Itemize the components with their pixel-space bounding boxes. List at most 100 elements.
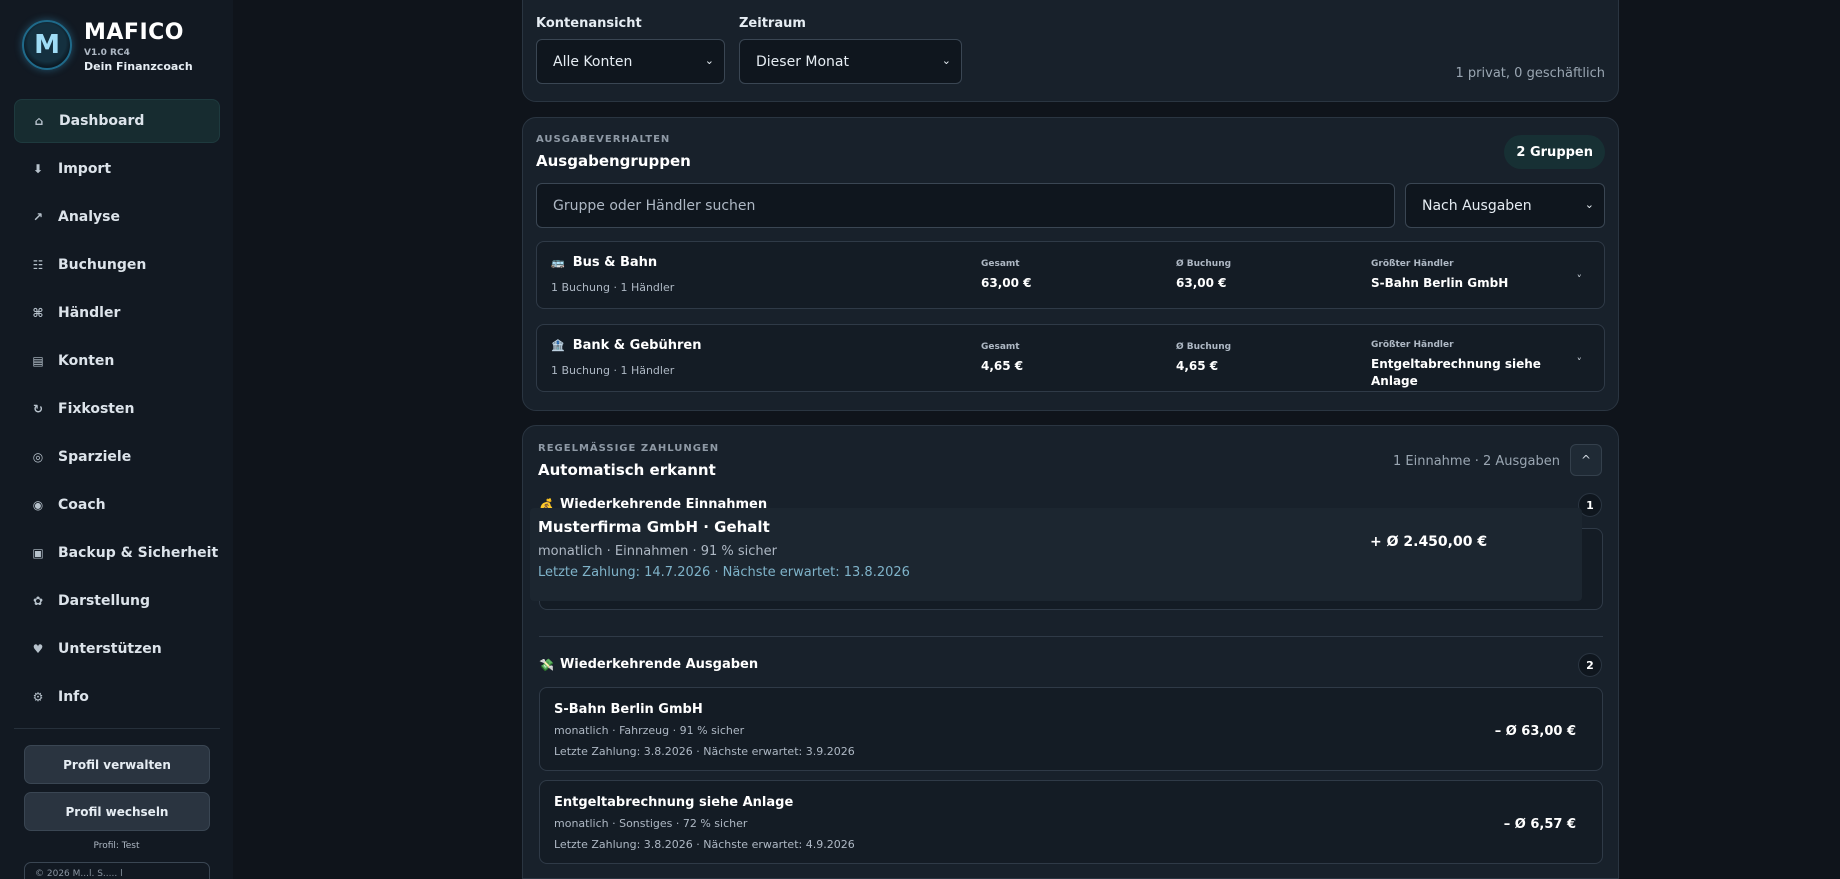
recurring-panel: REGELMÄSSIGE ZAHLUNGEN Automatisch erkan… [522, 425, 1619, 879]
top-merchant-label: Größter Händler [1371, 259, 1454, 269]
recurring-expense-row[interactable]: Entgeltabrechnung siehe Anlage monatlich… [539, 780, 1603, 864]
sidebar-item-haendler[interactable]: ⌘ Händler [14, 291, 220, 335]
mafico-logo-icon: M [22, 20, 72, 70]
expand-chevron-icon[interactable]: ˅ [1577, 356, 1583, 369]
sort-select[interactable]: Nach Ausgaben ⌄ [1405, 183, 1605, 228]
recurring-eyebrow: REGELMÄSSIGE ZAHLUNGEN [538, 443, 720, 454]
sidebar-item-label: Buchungen [58, 257, 147, 273]
group-top-merchant: Entgeltabrechnung siehe Anlage [1371, 357, 1541, 388]
expense-name: S-Bahn Berlin GmbH [554, 702, 703, 717]
sidebar-item-label: Unterstützen [58, 641, 162, 657]
income-tooltip: Musterfirma GmbH · Gehalt monatlich · Ei… [530, 508, 1582, 601]
account-icon: ▤ [32, 354, 44, 368]
command-icon: ⌘ [32, 306, 44, 320]
expense-count-badge: 2 [1578, 653, 1602, 677]
group-sub: 1 Buchung · 1 Händler [551, 281, 675, 294]
group-name: Bus & Bahn [572, 255, 658, 270]
recurring-title: Automatisch erkannt [538, 461, 716, 479]
total-label: Gesamt [981, 259, 1020, 269]
group-sub: 1 Buchung · 1 Händler [551, 364, 675, 377]
group-total: 4,65 € [981, 359, 1024, 373]
sidebar-item-import[interactable]: ⬇ Import [14, 147, 220, 191]
recurring-summary: 1 Einnahme · 2 Ausgaben [1393, 454, 1560, 469]
section-divider [539, 636, 1603, 637]
account-view-label: Kontenansicht [536, 16, 642, 31]
sidebar-item-darstellung[interactable]: ✿ Darstellung [14, 579, 220, 623]
spending-eyebrow: AUSGABEVERHALTEN [536, 134, 671, 145]
search-placeholder: Gruppe oder Händler suchen [553, 197, 756, 214]
brand: M MAFICO V1.0 RC4 Dein Finanzcoach [22, 20, 193, 73]
sidebar-item-label: Coach [58, 497, 106, 513]
app-version: V1.0 RC4 [84, 48, 130, 58]
sidebar-item-sparziele[interactable]: ◎ Sparziele [14, 435, 220, 479]
expense-section-title: Wiederkehrende Ausgaben [559, 657, 759, 672]
filter-panel: Kontenansicht Alle Konten ⌄ Zeitraum Die… [522, 0, 1619, 102]
expense-sub: monatlich · Fahrzeug · 91 % sicher [554, 724, 745, 737]
recurring-expense-row[interactable]: S-Bahn Berlin GmbH monatlich · Fahrzeug … [539, 687, 1603, 771]
group-total: 63,00 € [981, 276, 1032, 290]
total-label: Gesamt [981, 342, 1020, 352]
sidebar-item-label: Dashboard [59, 113, 145, 129]
avg-label: Ø Buchung [1176, 342, 1232, 352]
switch-profile-button[interactable]: Profil wechseln [24, 792, 210, 831]
palette-icon: ✿ [32, 594, 44, 608]
group-count-badge: 2 Gruppen [1504, 135, 1605, 169]
spending-group-row[interactable]: 🚌 Bus & Bahn 1 Buchung · 1 Händler Gesamt… [536, 241, 1605, 309]
app-name: MAFICO [84, 20, 184, 45]
sidebar: M MAFICO V1.0 RC4 Dein Finanzcoach ⌂ Das… [0, 0, 233, 879]
floppy-disk-icon: ▣ [32, 546, 44, 560]
group-name: Bank & Gebühren [572, 338, 702, 353]
expense-amount: – Ø 6,57 € [1503, 817, 1576, 832]
sidebar-nav: ⌂ Dashboard ⬇ Import ↗ Analyse ☷ Buchung… [14, 99, 220, 723]
manage-profile-button[interactable]: Profil verwalten [24, 745, 210, 784]
account-view-select[interactable]: Alle Konten ⌄ [536, 39, 725, 84]
spending-group-row[interactable]: 🏦 Bank & Gebühren 1 Buchung · 1 Händler G… [536, 324, 1605, 392]
bank-icon: 🏦 [551, 339, 565, 352]
sidebar-item-unterstuetzen[interactable]: ♥ Unterstützen [14, 627, 220, 671]
sidebar-item-label: Konten [58, 353, 115, 369]
sidebar-item-label: Händler [58, 305, 121, 321]
income-dates: Letzte Zahlung: 14.7.2026 · Nächste erwa… [538, 565, 910, 580]
sidebar-item-label: Sparziele [58, 449, 132, 465]
expense-dates: Letzte Zahlung: 3.8.2026 · Nächste erwar… [554, 838, 855, 851]
chevron-down-icon: ⌄ [941, 54, 951, 67]
sidebar-item-fixkosten[interactable]: ↻ Fixkosten [14, 387, 220, 431]
profile-label: Profil: Test [93, 841, 140, 851]
account-view-value: Alle Konten [553, 53, 633, 70]
gear-icon: ⚙ [32, 690, 44, 704]
expense-section-heading: 💸 Wiederkehrende Ausgaben [539, 657, 758, 672]
sidebar-item-konten[interactable]: ▤ Konten [14, 339, 220, 383]
sidebar-item-label: Info [58, 689, 89, 705]
expand-chevron-icon[interactable]: ˅ [1577, 273, 1583, 286]
top-merchant-label: Größter Händler [1371, 340, 1454, 350]
group-avg: 63,00 € [1176, 276, 1227, 290]
sidebar-item-label: Backup & Sicherheit [58, 545, 219, 561]
trend-icon: ↗ [32, 210, 44, 224]
heart-icon: ♥ [32, 642, 44, 656]
sidebar-divider [14, 728, 220, 729]
period-label: Zeitraum [739, 16, 806, 31]
expense-sub: monatlich · Sonstiges · 72 % sicher [554, 817, 748, 830]
spending-groups-panel: AUSGABEVERHALTEN Ausgabengruppen 2 Grupp… [522, 117, 1619, 411]
sidebar-item-backup[interactable]: ▣ Backup & Sicherheit [14, 531, 220, 575]
sidebar-item-info[interactable]: ⚙ Info [14, 675, 220, 719]
income-amount: + Ø 2.450,00 € [1370, 534, 1488, 550]
group-top-merchant: S-Bahn Berlin GmbH [1371, 276, 1509, 290]
copyright-box: © 2026 M...l. S..... l [24, 862, 210, 879]
collapse-chevron-up-icon[interactable]: ^ [1570, 444, 1602, 476]
sidebar-item-label: Darstellung [58, 593, 151, 609]
bus-icon: 🚌 [551, 256, 565, 269]
sidebar-item-dashboard[interactable]: ⌂ Dashboard [14, 99, 220, 143]
coach-icon: ◉ [32, 498, 44, 512]
period-value: Dieser Monat [756, 53, 849, 70]
period-select[interactable]: Dieser Monat ⌄ [739, 39, 962, 84]
sidebar-item-analyse[interactable]: ↗ Analyse [14, 195, 220, 239]
import-icon: ⬇ [32, 162, 44, 176]
sidebar-item-coach[interactable]: ◉ Coach [14, 483, 220, 527]
group-search-input[interactable]: Gruppe oder Händler suchen [536, 183, 1395, 228]
expense-name: Entgeltabrechnung siehe Anlage [554, 795, 794, 810]
app-slogan: Dein Finanzcoach [84, 60, 193, 73]
sidebar-item-buchungen[interactable]: ☷ Buchungen [14, 243, 220, 287]
chevron-down-icon: ⌄ [704, 54, 714, 67]
list-icon: ☷ [32, 258, 44, 272]
